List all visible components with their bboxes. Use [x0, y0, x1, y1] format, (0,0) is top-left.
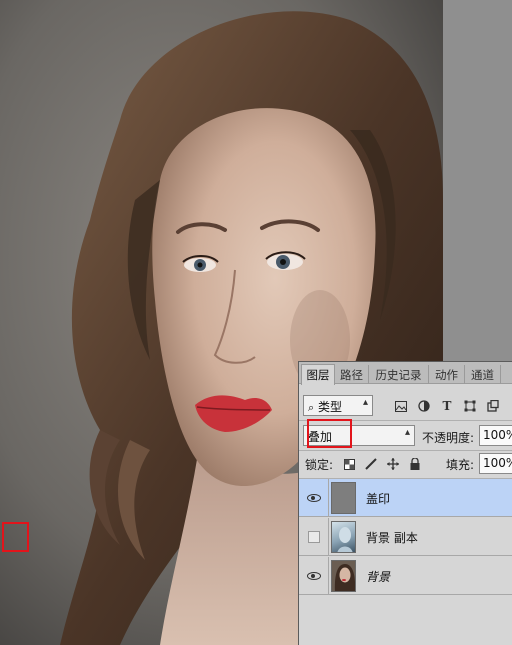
spinner-arrows-icon: ▴: [404, 427, 410, 438]
layer-name: 背景: [366, 570, 391, 584]
layers-panel: 图层 路径 历史记录 动作 通道 ⌕ 类型 ▴ T 叠加 ▴ 不透明度: 100…: [298, 361, 512, 645]
layer-row-background[interactable]: 背景: [299, 557, 512, 595]
lock-row: 锁定: 填充: 100%: [299, 453, 512, 475]
tab-paths[interactable]: 路径: [335, 365, 369, 384]
search-icon: ⌕: [308, 401, 315, 414]
pixel-filter-icon[interactable]: [393, 398, 409, 414]
fill-input[interactable]: 100%: [479, 453, 512, 474]
type-filter-icon[interactable]: T: [439, 398, 455, 414]
visibility-toggle[interactable]: [299, 518, 329, 556]
filter-type-label: 类型: [318, 400, 343, 414]
opacity-input[interactable]: 100%: [479, 425, 512, 446]
layer-thumbnail: [331, 560, 356, 592]
lock-position-icon[interactable]: [385, 456, 401, 472]
spinner-arrows-icon: ▴: [362, 397, 368, 408]
layer-thumbnail: [331, 482, 356, 514]
filter-type-dropdown[interactable]: ⌕ 类型 ▴: [303, 395, 373, 416]
shape-filter-icon[interactable]: [462, 398, 478, 414]
adjustment-filter-icon[interactable]: [416, 398, 432, 414]
layer-name: 背景 副本: [366, 531, 418, 545]
eye-icon: [306, 572, 321, 580]
layer-filter-row: ⌕ 类型 ▴ T: [299, 393, 512, 417]
lock-transparent-pixels-icon[interactable]: [341, 456, 357, 472]
divider: [299, 450, 512, 451]
lock-all-icon[interactable]: [407, 456, 423, 472]
layer-row-stamp[interactable]: 盖印: [299, 479, 512, 517]
smart-object-filter-icon[interactable]: [485, 398, 501, 414]
opacity-label: 不透明度:: [422, 431, 475, 445]
layer-row-background-copy[interactable]: 背景 副本: [299, 518, 512, 556]
lock-label: 锁定:: [305, 458, 334, 472]
fill-label: 填充:: [446, 458, 475, 472]
visibility-toggle[interactable]: [299, 557, 329, 595]
eye-icon: [306, 494, 321, 502]
layer-name: 盖印: [366, 492, 391, 506]
visibility-toggle[interactable]: [299, 479, 329, 517]
panel-tabs: 图层 路径 历史记录 动作 通道: [299, 362, 512, 385]
layer-thumbnail: [331, 521, 356, 553]
tab-history[interactable]: 历史记录: [369, 365, 429, 384]
blend-mode-highlight: [307, 419, 352, 448]
tab-actions[interactable]: 动作: [429, 365, 465, 384]
tab-channels[interactable]: 通道: [465, 365, 501, 384]
lock-image-pixels-icon[interactable]: [363, 456, 379, 472]
hidden-visibility-box: [307, 531, 320, 543]
visibility-highlight: [2, 522, 29, 552]
tab-layers[interactable]: 图层: [301, 364, 335, 385]
